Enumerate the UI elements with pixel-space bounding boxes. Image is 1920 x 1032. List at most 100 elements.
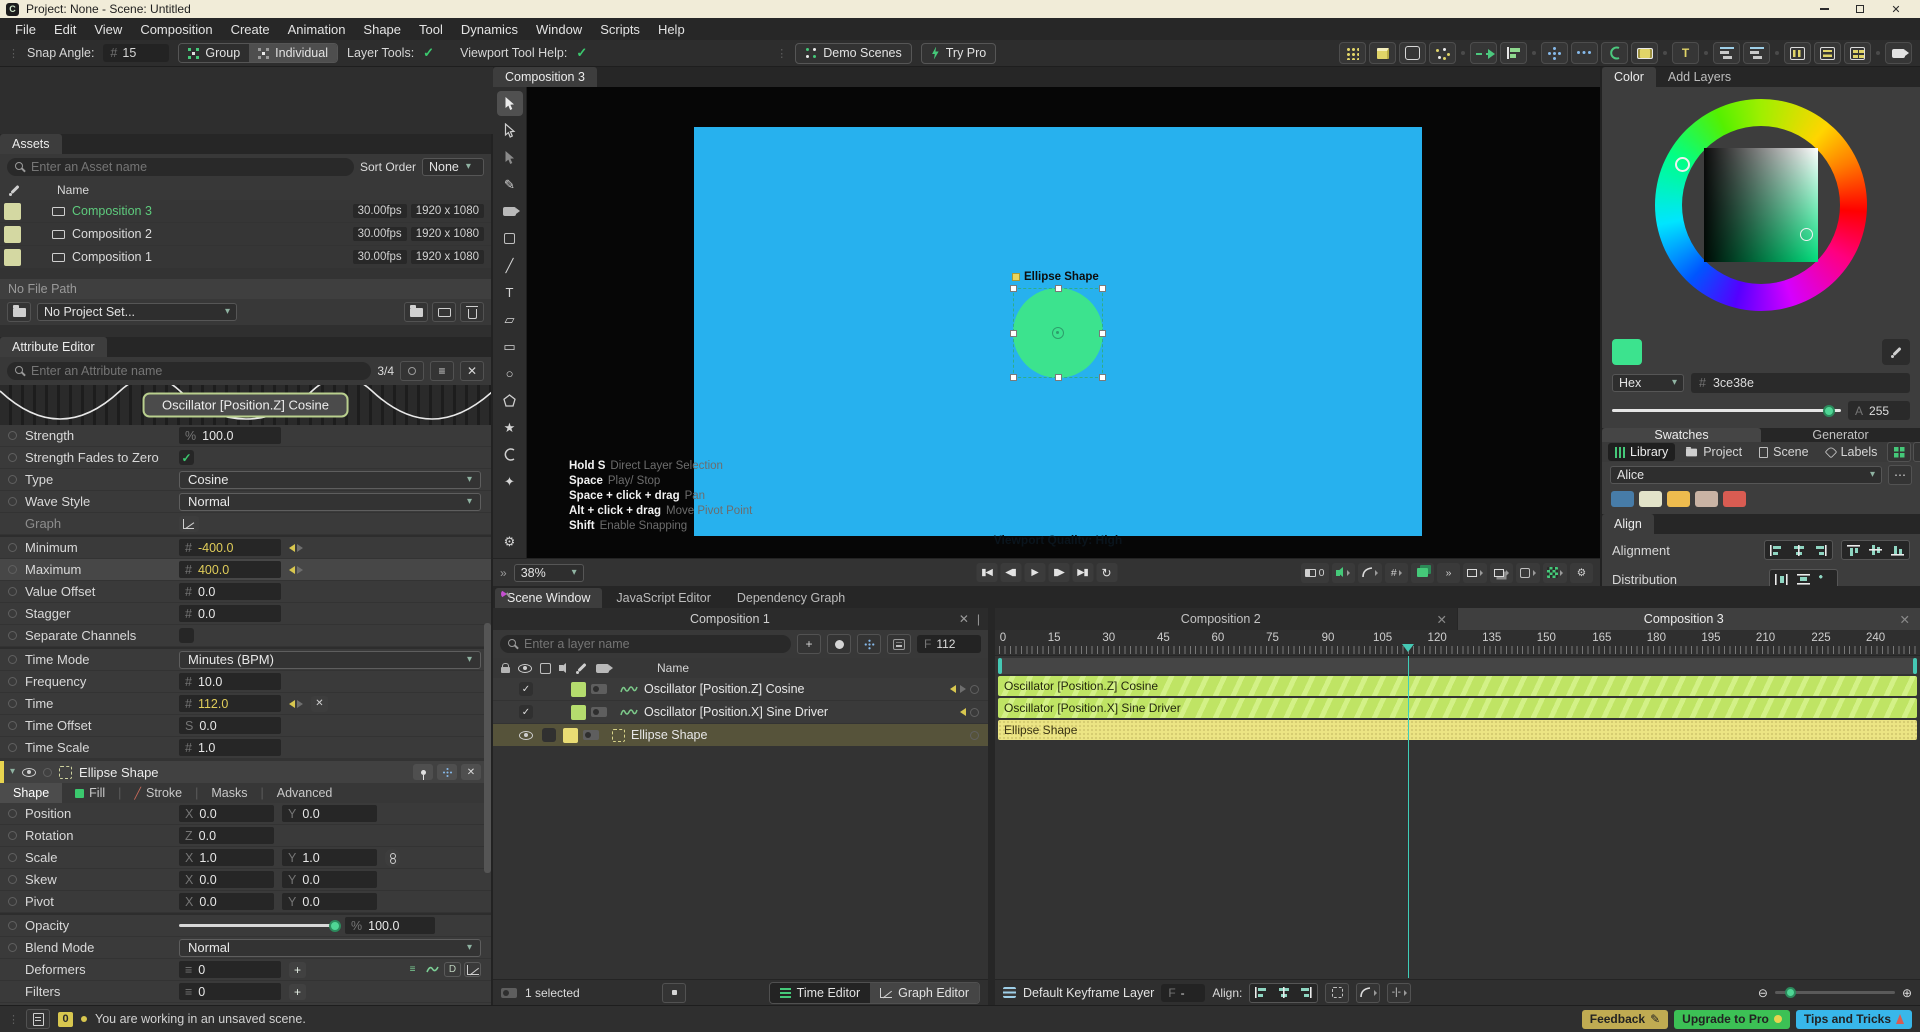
arc-tool-button[interactable] <box>1601 42 1628 64</box>
tab-composition-1[interactable]: Composition 1 <box>501 612 959 626</box>
project-set-dropdown[interactable]: No Project Set... ▾ <box>37 303 237 321</box>
palette-swatch[interactable] <box>1639 491 1662 507</box>
keyframe-socket[interactable] <box>8 543 17 552</box>
onion-skin-button[interactable]: 0 <box>1301 562 1329 583</box>
go-to-end-button[interactable]: ▶ ▮ <box>1072 563 1093 582</box>
handle-top-right[interactable] <box>1099 285 1106 292</box>
try-pro-button[interactable]: Try Pro <box>920 42 997 64</box>
bounds-button[interactable] <box>1463 562 1487 583</box>
scale-x-field[interactable]: X 1.0 <box>179 849 274 866</box>
zoom-out-icon[interactable]: ⊖ <box>1758 986 1768 1000</box>
loop-button[interactable]: ↻ <box>1096 563 1117 582</box>
keyframe-socket[interactable] <box>8 853 17 862</box>
stagger-down-button[interactable] <box>1713 42 1740 64</box>
stagger-up-button[interactable] <box>1743 42 1770 64</box>
rotation-z-field[interactable]: Z 0.0 <box>179 827 274 844</box>
asset-name[interactable]: Composition 3 <box>72 204 152 218</box>
maximize-button[interactable] <box>1842 0 1878 18</box>
keyframe-socket[interactable] <box>8 631 17 640</box>
viewport-tool-help-checkbox[interactable]: ✓ <box>576 45 587 61</box>
layer-color-swatch[interactable] <box>563 727 578 743</box>
group-mode-button[interactable]: Group <box>179 44 250 62</box>
saturation-value-square[interactable] <box>1704 148 1818 262</box>
keyframe-socket[interactable] <box>43 767 53 777</box>
opacity-slider-handle[interactable] <box>329 919 341 932</box>
new-folder-button[interactable] <box>404 302 428 322</box>
handle-top-center[interactable] <box>1054 285 1062 292</box>
panel-divider[interactable] <box>988 608 995 1005</box>
scatter-button[interactable] <box>1429 42 1456 64</box>
menu-composition[interactable]: Composition <box>131 19 221 40</box>
graph-icon[interactable] <box>464 962 481 977</box>
align-center-h-button[interactable] <box>1788 542 1809 558</box>
time-scale-field[interactable]: #1.0 <box>179 739 281 756</box>
alpha-slider[interactable] <box>1612 404 1841 417</box>
select-tool[interactable] <box>496 91 523 116</box>
keyframe-socket[interactable] <box>8 699 17 708</box>
next-keyframe-icon[interactable] <box>960 685 966 693</box>
layer-overlay-button[interactable] <box>1411 562 1434 583</box>
columns-layout-button[interactable] <box>1784 42 1811 64</box>
palette-swatch[interactable] <box>1723 491 1746 507</box>
sort-order-dropdown[interactable]: None ▾ <box>422 158 484 176</box>
alpha-slider-handle[interactable] <box>1822 404 1835 417</box>
keyframe-socket[interactable] <box>8 431 17 440</box>
camera-tool[interactable] <box>497 199 523 224</box>
menu-tool[interactable]: Tool <box>410 19 452 40</box>
tab-composition-2-timeline[interactable]: Composition 2 ✕ <box>995 608 1457 630</box>
layer-row-oscillator-z[interactable]: ✓ Oscillator [Position.Z] Cosine <box>493 678 988 700</box>
transparency-checker-button[interactable] <box>1542 562 1567 583</box>
tab-shape[interactable]: Shape <box>0 783 63 803</box>
add-layer-button[interactable]: + <box>797 634 821 654</box>
next-keyframe-icon[interactable] <box>297 543 303 552</box>
pivot-y-field[interactable]: Y 0.0 <box>282 893 377 910</box>
pin-button[interactable] <box>413 764 433 780</box>
zoom-slider-handle[interactable] <box>1784 987 1796 998</box>
ellipse-shape-header[interactable]: ▾ Ellipse Shape ✕ <box>0 761 491 783</box>
distribute-horizontal-button[interactable] <box>1771 571 1792 587</box>
prev-keyframe-icon[interactable] <box>289 543 295 552</box>
viewport-settings-gear[interactable]: ⚙ <box>497 529 523 554</box>
palette-options-button[interactable]: ⋯ <box>1888 465 1912 485</box>
connection-socket[interactable] <box>970 684 979 694</box>
handle-middle-left[interactable] <box>1010 329 1017 337</box>
graph-editor-button[interactable]: Graph Editor <box>870 982 979 1003</box>
type-dropdown[interactable]: Cosine ▾ <box>179 470 481 489</box>
toolbar-grip[interactable]: ⋮ <box>8 47 19 60</box>
work-area-bar[interactable] <box>998 658 1917 674</box>
eyedropper-button[interactable] <box>1882 339 1910 365</box>
tips-and-tricks-button[interactable]: Tips and Tricks <box>1795 1009 1912 1029</box>
handle-middle-right[interactable] <box>1099 329 1106 337</box>
keyframe-socket[interactable] <box>8 721 17 730</box>
current-color-swatch[interactable] <box>1612 339 1642 365</box>
previous-frame-button[interactable]: ◀ ▮ <box>1000 563 1021 582</box>
align-middle-button[interactable] <box>1865 542 1886 558</box>
tab-assets[interactable]: Assets <box>0 134 62 154</box>
layer-render-toggle[interactable] <box>583 730 599 740</box>
feedback-button[interactable]: Feedback ✎ <box>1581 1009 1669 1029</box>
kf-align-left-button[interactable] <box>1251 984 1273 1001</box>
kf-align-center-button[interactable] <box>1273 984 1295 1001</box>
layer-enabled-checkbox[interactable]: ✓ <box>519 705 533 719</box>
time-editor-button[interactable]: Time Editor <box>769 982 871 1003</box>
add-attribute-button[interactable]: ≡ <box>430 361 454 381</box>
direct-select-tool[interactable] <box>497 118 523 143</box>
text-tool[interactable]: T <box>497 280 523 305</box>
layer-enabled-checkbox[interactable]: ✓ <box>519 682 533 696</box>
graph-button[interactable] <box>179 515 199 532</box>
frequency-field[interactable]: #10.0 <box>179 673 281 690</box>
collapse-chevron-icon[interactable]: ▾ <box>10 767 15 777</box>
prev-keyframe-icon[interactable] <box>289 699 295 708</box>
zoom-to-attribute-button[interactable] <box>400 361 424 381</box>
menu-view[interactable]: View <box>85 19 131 40</box>
palette-swatch[interactable] <box>1695 491 1718 507</box>
scene-button[interactable]: Scene <box>1752 443 1815 461</box>
menu-file[interactable]: File <box>6 19 45 40</box>
snap-angle-field[interactable]: # 15 <box>103 44 170 62</box>
add-deformer-button[interactable]: + <box>289 961 306 978</box>
deformer-list-icon[interactable]: ≡ <box>404 962 421 977</box>
keyframe-socket[interactable] <box>8 809 17 818</box>
align-bottom-button[interactable] <box>1887 542 1908 558</box>
grid-layout-button[interactable] <box>1844 42 1871 64</box>
minimize-button[interactable] <box>1806 0 1842 18</box>
